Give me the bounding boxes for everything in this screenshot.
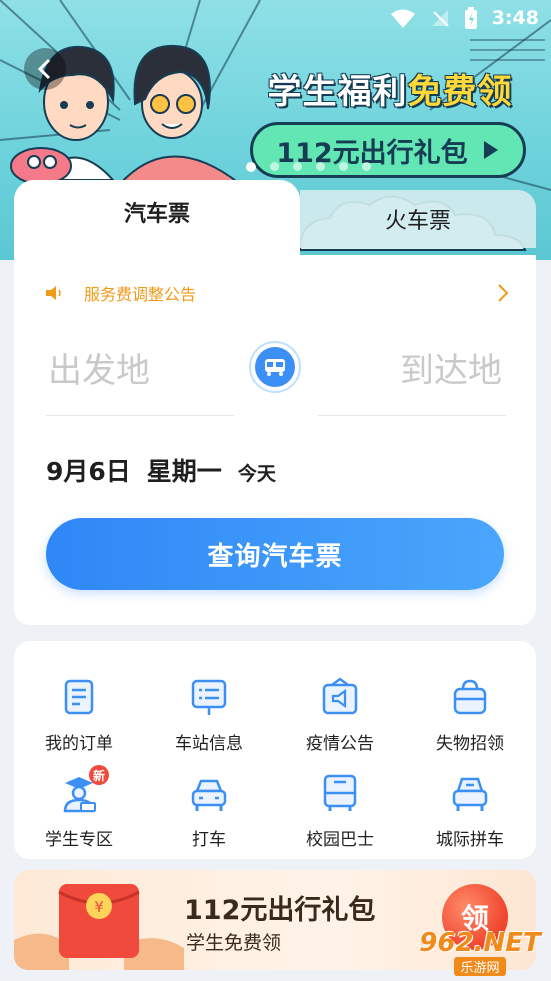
service-epidemic-notice[interactable]: 疫情公告 — [275, 673, 405, 763]
service-label: 校园巴士 — [306, 830, 374, 850]
service-label: 失物招领 — [436, 734, 504, 754]
bus-swap-icon — [255, 347, 295, 387]
chevron-right-icon — [498, 284, 509, 302]
service-label: 车站信息 — [175, 734, 243, 754]
watermark-sub: 乐游网 — [454, 957, 506, 976]
tab-bus-label: 汽车票 — [123, 202, 190, 227]
carousel-dot — [362, 162, 371, 171]
service-label: 学生专区 — [45, 830, 113, 850]
announcement-icon — [322, 677, 358, 715]
service-campus-bus[interactable]: 校园巴士 — [275, 769, 405, 859]
order-icon — [64, 679, 94, 715]
departure-input[interactable]: 出发地 — [48, 343, 150, 392]
services-grid: 我的订单 车站信息 疫情公告 失物招领 新 学生专区 打车 校园巴士 城际拼车 — [14, 641, 536, 859]
service-label: 城际拼车 — [436, 830, 504, 850]
banner-title-text: 学生福利 — [267, 72, 408, 112]
weekday-value: 星期一 — [146, 457, 222, 486]
carousel-dot — [316, 162, 325, 171]
today-label: 今天 — [237, 463, 276, 485]
service-label: 疫情公告 — [306, 734, 374, 754]
wifi-icon — [390, 9, 415, 28]
girl-illustration — [118, 44, 242, 184]
date-selector[interactable]: 9月6日 星期一 今天 — [46, 452, 276, 488]
service-lost-found[interactable]: 失物招领 — [405, 673, 535, 763]
destination-input[interactable]: 到达地 — [400, 343, 502, 392]
campus-bus-icon — [323, 774, 357, 811]
query-bus-ticket-button[interactable]: 查询汽车票 — [46, 518, 504, 590]
destination-underline — [318, 415, 506, 416]
service-intercity-carpool[interactable]: 城际拼车 — [405, 769, 535, 859]
chevron-left-icon — [37, 58, 51, 80]
banner-title: 学生福利免费领 — [245, 64, 535, 113]
carousel-dot — [339, 162, 348, 171]
swap-button[interactable] — [249, 341, 301, 393]
tab-train[interactable]: 火车票 — [300, 190, 536, 248]
site-watermark: 962.NET 乐游网 — [412, 930, 548, 976]
service-student-zone[interactable]: 新 学生专区 — [14, 765, 144, 859]
promo-subtitle: 学生免费领 — [186, 932, 282, 954]
carousel-indicator — [246, 162, 371, 172]
student-icon-wrap: 新 — [59, 765, 109, 813]
banner-title-highlight: 免费领 — [407, 72, 513, 112]
station-info-icon — [191, 679, 227, 715]
play-arrow-icon — [483, 141, 498, 159]
tab-train-label: 火车票 — [384, 209, 451, 234]
search-card: 服务费调整公告 出发地 到达地 9月6日 星期一 今天 查询汽车票 — [14, 255, 536, 625]
query-button-label: 查询汽车票 — [207, 541, 343, 572]
bus-icon — [265, 359, 285, 376]
lost-found-icon — [453, 679, 487, 715]
carousel-dot — [293, 162, 302, 171]
battery-icon — [464, 7, 477, 29]
departure-underline — [46, 415, 234, 416]
service-label: 我的订单 — [45, 734, 113, 754]
service-station-info[interactable]: 车站信息 — [144, 673, 274, 763]
service-taxi[interactable]: 打车 — [144, 769, 274, 859]
no-signal-icon — [431, 10, 449, 27]
taxi-icon — [191, 779, 227, 811]
promo-title: 112元出行礼包 — [184, 895, 376, 926]
service-label: 打车 — [192, 830, 226, 850]
notice-text: 服务费调整公告 — [84, 285, 197, 304]
carousel-dot — [270, 162, 279, 171]
intercity-carpool-icon — [452, 777, 488, 811]
service-my-orders[interactable]: 我的订单 — [14, 673, 144, 763]
svg-text:¥: ¥ — [94, 898, 104, 916]
back-button[interactable] — [24, 48, 66, 90]
status-bar: 3:48 — [0, 0, 551, 36]
date-value: 9月6日 — [46, 457, 131, 486]
notice-bar[interactable]: 服务费调整公告 — [44, 281, 509, 305]
watermark-main: 962.NET — [419, 928, 541, 958]
speaker-icon — [46, 286, 61, 300]
tab-bus[interactable]: 汽车票 — [14, 180, 300, 262]
red-envelope-illustration: ¥ — [14, 884, 184, 970]
carousel-dot — [246, 162, 256, 172]
status-time: 3:48 — [491, 7, 539, 29]
new-badge: 新 — [89, 765, 109, 785]
